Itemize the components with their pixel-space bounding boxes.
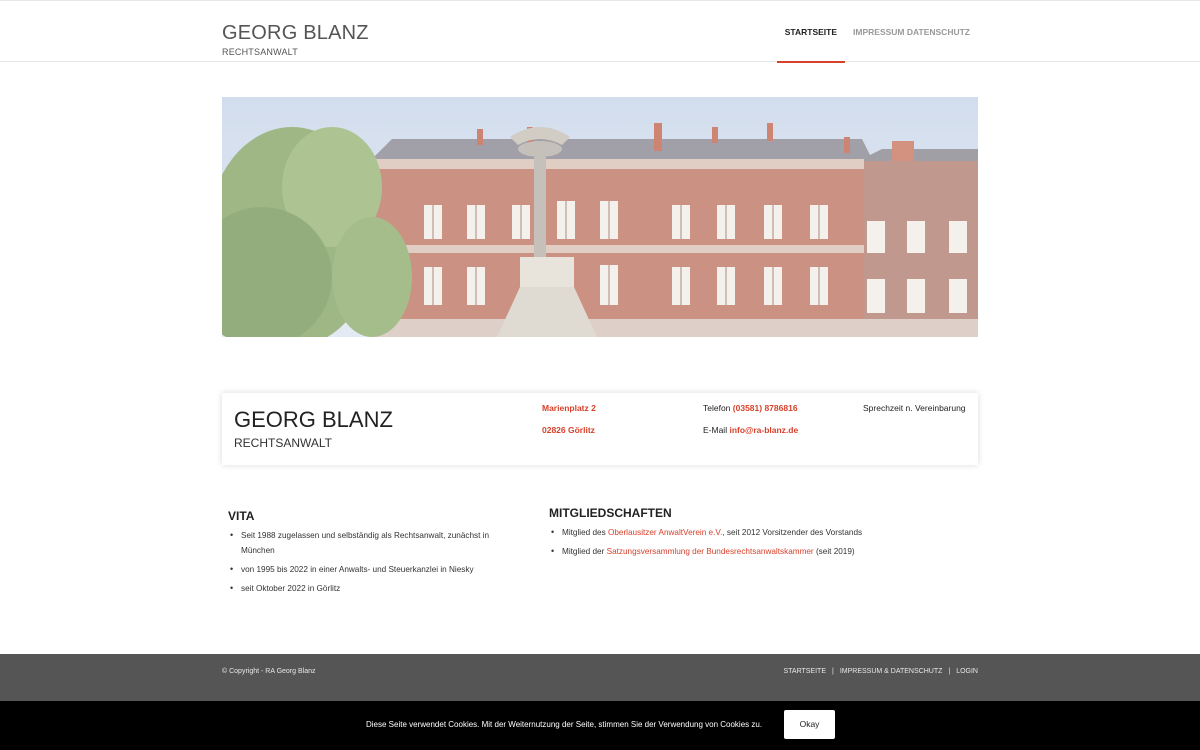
footer-separator: | xyxy=(948,668,951,675)
cookie-accept-button[interactable]: Okay xyxy=(784,710,835,739)
phone-label: Telefon xyxy=(703,403,731,413)
footer-nav: STARTSEITE | IMPRESSUM & DATENSCHUTZ | L… xyxy=(783,668,978,675)
logo-subtitle: RECHTSANWALT xyxy=(222,47,298,57)
page: GEORG BLANZ RECHTSANWALT STARTSEITE IMPR… xyxy=(0,0,1200,750)
address-street: Marienplatz 2 xyxy=(542,403,596,413)
list-item: Mitglied der Satzungsversammlung der Bun… xyxy=(550,544,970,559)
building-photo-icon xyxy=(222,97,978,337)
membership-text: (seit 2019) xyxy=(813,547,855,556)
footer-link-login[interactable]: LOGIN xyxy=(956,668,978,675)
email-label: E-Mail xyxy=(703,425,728,435)
site-logo[interactable]: GEORG BLANZ RECHTSANWALT xyxy=(222,22,369,57)
address-city: 02826 Görlitz xyxy=(542,425,595,435)
hero-image xyxy=(222,97,978,337)
logo-name: GEORG BLANZ xyxy=(222,22,369,44)
vita-list: Seit 1988 zugelassen und selbständig als… xyxy=(229,528,519,600)
list-item: seit Oktober 2022 in Görlitz xyxy=(229,581,519,596)
site-footer: © Copyright - RA Georg Blanz STARTSEITE … xyxy=(0,654,1200,701)
footer-link-impressum[interactable]: IMPRESSUM & DATENSCHUTZ xyxy=(840,668,943,675)
satzungsversammlung-link[interactable]: Satzungsversammlung der Bundesrechtsanwa… xyxy=(607,547,814,556)
phone-row: Telefon (03581) 8786816 xyxy=(703,403,798,413)
infobox-subtitle: RECHTSANWALT xyxy=(234,436,333,450)
list-item: von 1995 bis 2022 in einer Anwalts- und … xyxy=(229,562,519,577)
phone-link[interactable]: (03581) 8786816 xyxy=(733,403,798,413)
main-nav: STARTSEITE IMPRESSUM DATENSCHUTZ xyxy=(776,1,978,63)
membership-text: Mitglied des xyxy=(562,528,608,537)
infobox-name: GEORG BLANZ xyxy=(234,407,393,432)
footer-separator: | xyxy=(832,668,834,675)
nav-item-startseite[interactable]: STARTSEITE xyxy=(776,1,846,63)
email-link[interactable]: info@ra-blanz.de xyxy=(729,425,798,435)
vita-title: VITA xyxy=(228,509,255,523)
office-hours: Sprechzeit n. Vereinbarung xyxy=(863,403,966,413)
anwaltverein-link[interactable]: Oberlausitzer AnwaltVerein e.V. xyxy=(608,528,722,537)
nav-item-impressum[interactable]: IMPRESSUM DATENSCHUTZ xyxy=(845,1,978,63)
memberships-list: Mitglied des Oberlausitzer AnwaltVerein … xyxy=(550,525,970,563)
membership-text: Mitglied der xyxy=(562,547,607,556)
memberships-title: MITGLIEDSCHAFTEN xyxy=(549,506,672,520)
cookie-banner: Diese Seite verwendet Cookies. Mit der W… xyxy=(0,701,1200,750)
cookie-text: Diese Seite verwendet Cookies. Mit der W… xyxy=(366,720,763,729)
list-item: Seit 1988 zugelassen und selbständig als… xyxy=(229,528,519,558)
email-row: E-Mail info@ra-blanz.de xyxy=(703,425,798,435)
membership-text: , seit 2012 Vorsitzender des Vorstands xyxy=(722,528,863,537)
copyright-text: © Copyright - RA Georg Blanz xyxy=(222,668,316,675)
contact-infobox: GEORG BLANZ RECHTSANWALT Marienplatz 2 0… xyxy=(222,393,978,465)
list-item: Mitglied des Oberlausitzer AnwaltVerein … xyxy=(550,525,970,540)
site-header: GEORG BLANZ RECHTSANWALT STARTSEITE IMPR… xyxy=(0,0,1200,63)
footer-link-startseite[interactable]: STARTSEITE xyxy=(783,668,826,675)
